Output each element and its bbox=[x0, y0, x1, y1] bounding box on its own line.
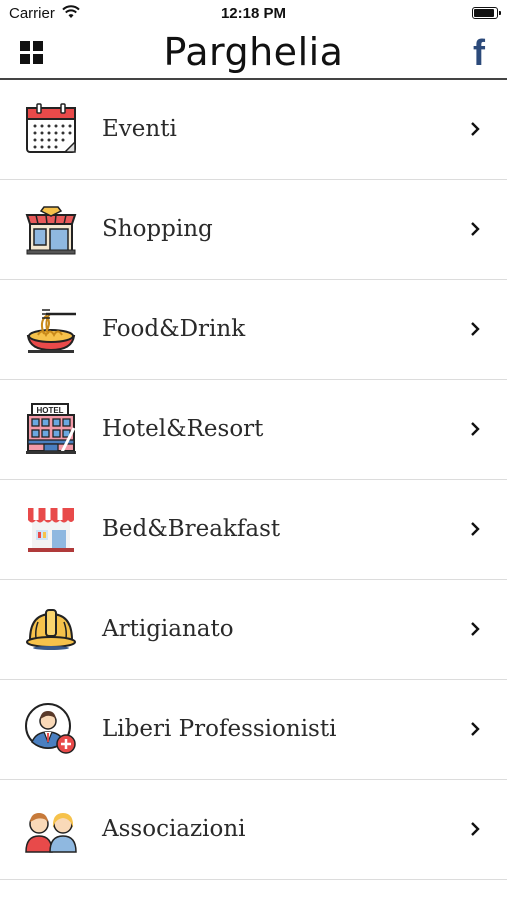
list-item-label: Associazioni bbox=[102, 816, 246, 842]
list-item-label: Hotel&Resort bbox=[102, 416, 264, 442]
spaghetti-icon bbox=[26, 309, 76, 353]
category-list: Eventi Shopping Food&Drink HOTEL Hotel&R… bbox=[0, 80, 507, 880]
list-item-hotel-resort[interactable]: HOTEL Hotel&Resort bbox=[0, 380, 507, 480]
list-item-liberi-professionisti[interactable]: Liberi Professionisti bbox=[0, 680, 507, 780]
list-item-artigianato[interactable]: Artigianato bbox=[0, 580, 507, 680]
battery-icon bbox=[472, 7, 501, 19]
calendar-icon bbox=[26, 103, 76, 153]
list-item-eventi[interactable]: Eventi bbox=[0, 80, 507, 180]
shop-awning-icon bbox=[28, 508, 74, 552]
grid-menu-icon[interactable] bbox=[20, 41, 45, 65]
chevron-right-icon bbox=[471, 222, 480, 236]
list-item-associazioni[interactable]: Associazioni bbox=[0, 780, 507, 880]
list-item-food-drink[interactable]: Food&Drink bbox=[0, 280, 507, 380]
list-item-label: Eventi bbox=[102, 116, 177, 142]
chevron-right-icon bbox=[471, 722, 480, 736]
page-title: Parghelia bbox=[163, 30, 344, 74]
clock: 12:18 PM bbox=[220, 5, 287, 22]
svg-text:HOTEL: HOTEL bbox=[36, 406, 63, 415]
people-icon bbox=[25, 813, 77, 853]
chevron-right-icon bbox=[471, 422, 480, 436]
list-item-shopping[interactable]: Shopping bbox=[0, 180, 507, 280]
chevron-right-icon bbox=[471, 522, 480, 536]
list-item-label: Shopping bbox=[102, 216, 213, 242]
store-icon bbox=[25, 206, 77, 255]
chevron-right-icon bbox=[471, 122, 480, 136]
navigation-bar: Parghelia f bbox=[0, 27, 507, 80]
list-item-label: Bed&Breakfast bbox=[102, 516, 281, 542]
hotel-icon: HOTEL bbox=[26, 403, 76, 454]
hard-hat-icon bbox=[26, 609, 76, 650]
professional-icon bbox=[25, 703, 76, 754]
list-item-label: Food&Drink bbox=[102, 316, 246, 342]
list-item-label: Artigianato bbox=[102, 616, 234, 642]
chevron-right-icon bbox=[471, 622, 480, 636]
facebook-icon[interactable]: f bbox=[473, 35, 485, 71]
status-bar: Carrier 12:18 PM bbox=[0, 0, 507, 27]
list-item-label: Liberi Professionisti bbox=[102, 716, 337, 742]
list-item-bed-breakfast[interactable]: Bed&Breakfast bbox=[0, 480, 507, 580]
chevron-right-icon bbox=[471, 822, 480, 836]
chevron-right-icon bbox=[471, 322, 480, 336]
